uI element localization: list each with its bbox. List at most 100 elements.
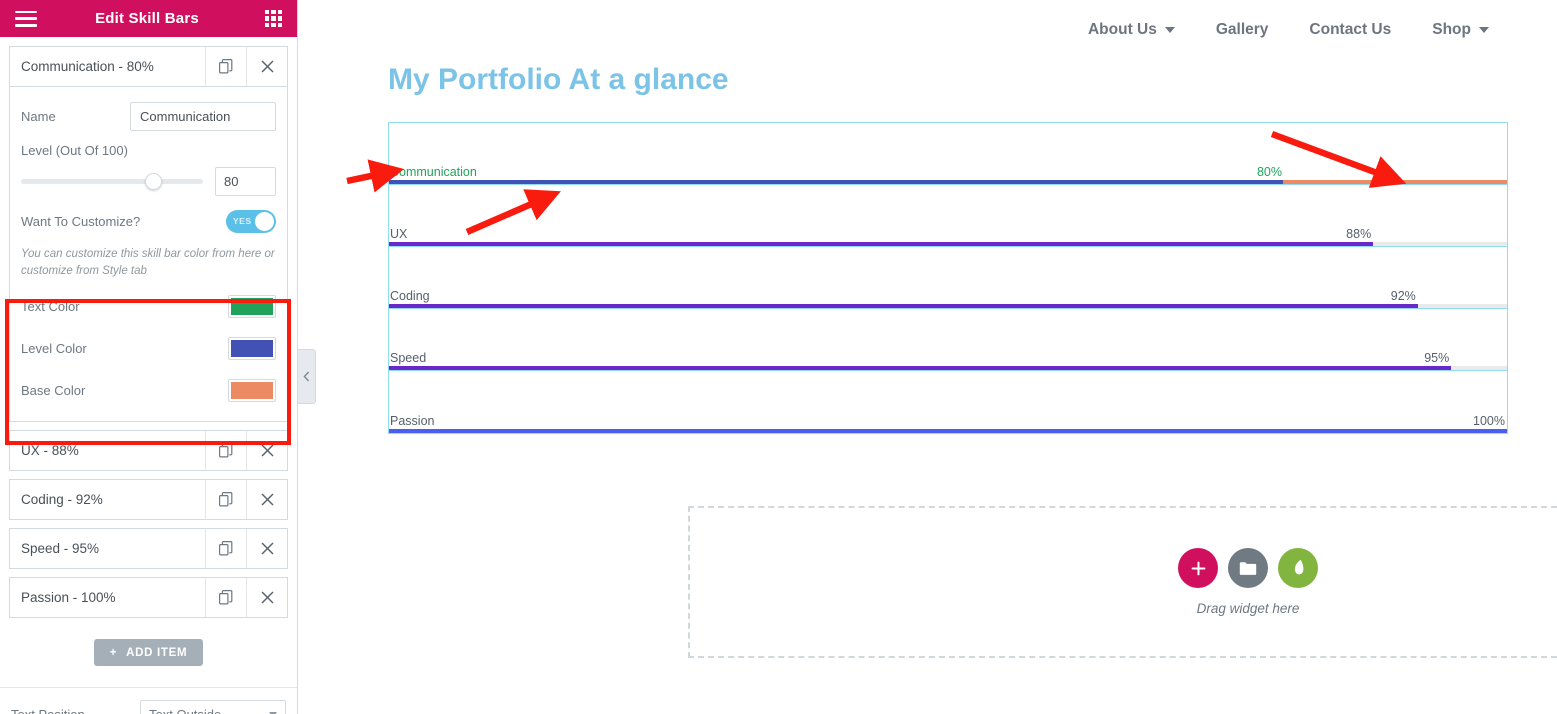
skill-bar-speed: Speed 95%: [389, 309, 1507, 371]
add-widget-button[interactable]: [1178, 548, 1218, 588]
text-position-row: Text Position Text Outside: [0, 688, 297, 714]
toggle-knob: [255, 211, 274, 231]
repeater-item-label: Coding - 92%: [21, 492, 103, 508]
repeater-item-communication[interactable]: Communication - 80%: [9, 46, 288, 87]
skill-bar-fill: [389, 304, 1418, 308]
panel-title: Edit Skill Bars: [95, 10, 199, 27]
chevron-down-icon: [1164, 26, 1175, 33]
skill-bar-percent: 80%: [1256, 165, 1282, 179]
widget-dropzone[interactable]: Drag widget here: [688, 506, 1557, 658]
level-color-swatch[interactable]: [228, 336, 276, 360]
base-color-swatch[interactable]: [228, 378, 276, 402]
skill-bar-labels: Passion 100%: [389, 414, 1507, 428]
skill-bar-name: Passion: [390, 414, 435, 428]
repeater-item[interactable]: Coding - 92%: [9, 479, 288, 521]
level-color-chip: [231, 339, 273, 357]
skill-bar-name: Speed: [390, 351, 427, 365]
add-item-button[interactable]: + ADD ITEM: [93, 639, 204, 667]
skill-bar-labels: Coding 92%: [389, 289, 1507, 303]
base-color-row: Base Color: [21, 369, 276, 411]
duplicate-icon[interactable]: [205, 480, 246, 520]
panel-collapse-button[interactable]: [298, 349, 316, 404]
skill-bar-percent: 95%: [1424, 351, 1450, 365]
editor-panel: Edit Skill Bars Communication - 80% Name…: [0, 0, 298, 714]
skill-bar-fill: [389, 180, 1284, 184]
close-icon[interactable]: [246, 529, 287, 569]
duplicate-icon[interactable]: [205, 431, 246, 471]
skill-bar-percent: 88%: [1346, 227, 1372, 241]
skill-bar-ux: UX 88%: [389, 185, 1507, 247]
chevron-down-icon: [1479, 26, 1489, 33]
customize-label: Want To Customize?: [21, 213, 141, 229]
nav-item-shop[interactable]: Shop: [1432, 21, 1489, 39]
apps-grid-icon[interactable]: [265, 10, 282, 27]
close-icon[interactable]: [246, 431, 287, 471]
nav-item-label: Shop: [1432, 20, 1471, 38]
text-color-chip: [231, 297, 273, 315]
text-position-label: Text Position: [11, 707, 85, 714]
name-input[interactable]: [130, 101, 276, 131]
skill-bar-labels: UX 88%: [389, 227, 1507, 241]
duplicate-icon[interactable]: [205, 529, 246, 569]
nav-item-about-us[interactable]: About Us: [1088, 21, 1175, 39]
folder-icon[interactable]: [1228, 548, 1268, 588]
nav-item-gallery[interactable]: Gallery: [1216, 21, 1269, 39]
name-field-row: Name: [21, 99, 276, 133]
repeater-item[interactable]: Speed - 95%: [9, 528, 288, 570]
base-color-label: Base Color: [21, 382, 86, 398]
nav-item-contact-us[interactable]: Contact Us: [1309, 21, 1391, 39]
repeater-item-label: UX - 88%: [21, 443, 79, 459]
leaf-icon[interactable]: [1278, 548, 1318, 588]
skill-bar-name: UX: [390, 227, 408, 241]
skill-bar-labels: Speed 95%: [389, 351, 1507, 365]
repeater-item-label: Speed - 95%: [21, 541, 100, 557]
customize-toggle-state: YES: [233, 216, 252, 226]
level-label: Level (Out Of 100): [21, 143, 128, 158]
add-item-label: ADD ITEM: [126, 646, 188, 659]
dropzone-actions: [1178, 548, 1318, 588]
repeater-item-label: Passion - 100%: [21, 590, 116, 606]
close-icon[interactable]: [246, 480, 287, 520]
name-label: Name: [21, 108, 56, 124]
text-color-label: Text Color: [21, 298, 80, 314]
site-navigation: About Us Gallery Contact Us Shop: [299, 0, 1557, 59]
level-slider-handle[interactable]: [145, 173, 163, 190]
text-color-row: Text Color: [21, 285, 276, 327]
customize-field-row: Want To Customize? YES: [21, 204, 276, 238]
duplicate-icon[interactable]: [205, 47, 246, 86]
level-slider[interactable]: [21, 173, 203, 190]
repeater-item[interactable]: Passion - 100%: [9, 577, 288, 619]
repeater-item[interactable]: UX - 88%: [9, 430, 288, 472]
level-color-row: Level Color: [21, 327, 276, 369]
page-canvas: About Us Gallery Contact Us Shop My Portfol…: [299, 0, 1557, 714]
base-color-chip: [231, 381, 273, 399]
text-position-select[interactable]: Text Outside: [140, 700, 286, 714]
customize-hint: You can customize this skill bar color f…: [21, 248, 275, 277]
nav-item-label: About Us: [1087, 20, 1157, 38]
panel-header: Edit Skill Bars: [0, 0, 297, 37]
skill-bars-widget[interactable]: Communication 80% UX 88% Coding 92% Speed 95% Pa…: [388, 122, 1508, 434]
skill-bar-fill: [389, 429, 1507, 433]
skill-bar-name: Communication: [390, 165, 477, 179]
plus-icon: +: [109, 646, 118, 659]
duplicate-icon[interactable]: [205, 578, 246, 618]
skill-bar-passion: Passion 100%: [389, 371, 1507, 433]
skill-bar-percent: 100%: [1473, 414, 1505, 428]
close-icon[interactable]: [246, 47, 287, 86]
skill-bar-communication: Communication 80%: [389, 123, 1507, 185]
skill-bar-coding: Coding 92%: [389, 247, 1507, 309]
page-heading: My Portfolio At a glance: [388, 63, 729, 96]
skill-bar-percent: 92%: [1390, 289, 1416, 303]
dropzone-label: Drag widget here: [1196, 601, 1300, 616]
skill-bar-fill: [389, 366, 1452, 370]
repeater-item-editor: Name Level (Out Of 100) Want To Customiz…: [9, 87, 288, 423]
text-color-swatch[interactable]: [228, 294, 276, 318]
customize-toggle[interactable]: YES: [226, 209, 276, 233]
level-number-input[interactable]: [215, 167, 276, 196]
repeater-item-label: Communication - 80%: [21, 59, 154, 74]
level-color-label: Level Color: [21, 340, 87, 356]
close-icon[interactable]: [246, 578, 287, 618]
nav-item-label: Contact Us: [1309, 20, 1392, 38]
text-position-value: Text Outside: [149, 707, 221, 714]
nav-item-label: Gallery: [1215, 20, 1269, 38]
